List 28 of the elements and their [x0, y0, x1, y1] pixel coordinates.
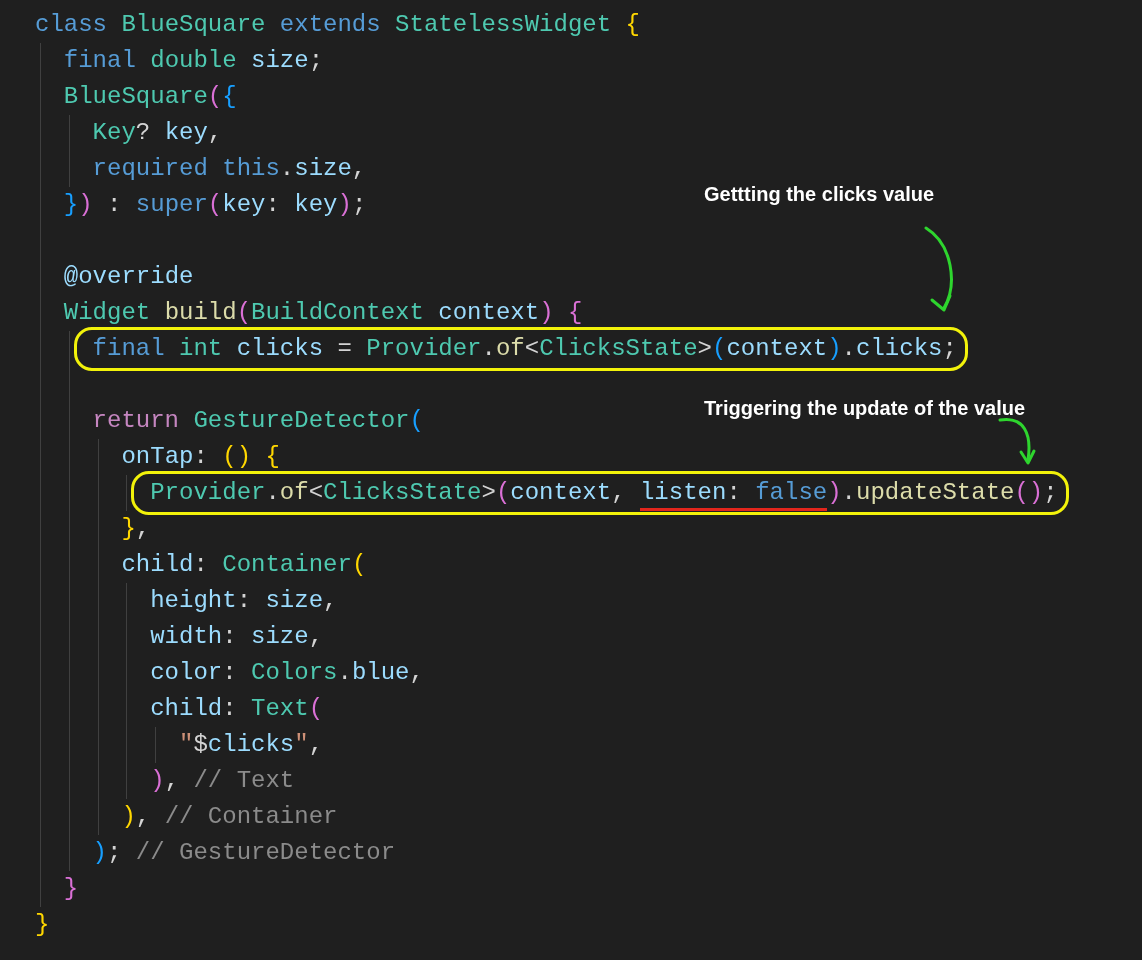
- code-line: @override: [63, 263, 194, 290]
- code-line: Provider.of<ClicksState>(context, listen: false).updateState();: [150, 479, 1058, 506]
- arrow-icon: [998, 417, 1036, 465]
- code-line: color: Colors.blue,: [150, 659, 424, 686]
- code-line: Key? key,: [92, 119, 223, 146]
- code-line: height: size,: [150, 587, 338, 614]
- annotation-label: Gettting the clicks value: [704, 182, 935, 206]
- code-line: }: [35, 911, 50, 938]
- annotation-label: Triggering the update of the value: [704, 396, 1026, 420]
- code-line: }) : super(key: key);: [63, 191, 367, 218]
- code-line: class BlueSquare extends StatelessWidget {: [35, 11, 640, 38]
- code-line: child: Container(: [121, 551, 367, 578]
- code-line: BlueSquare({: [63, 83, 237, 110]
- arrow-icon: [924, 226, 953, 312]
- code-line: "$clicks",: [179, 731, 324, 758]
- code-line: },: [121, 515, 151, 542]
- code-line: ); // GestureDetector: [92, 839, 396, 866]
- code-line: }: [63, 875, 79, 902]
- code-line: final double size;: [63, 47, 324, 74]
- code-line: return GestureDetector(: [92, 407, 424, 434]
- code-line: width: size,: [150, 623, 324, 650]
- code-line: required this.size,: [92, 155, 367, 182]
- code-line: onTap: () {: [121, 443, 280, 470]
- code-line: final int clicks = Provider.of<ClicksState>(context).clicks;: [92, 335, 957, 362]
- code-line: ), // Text: [150, 767, 295, 794]
- code-line: Widget build(BuildContext context) {: [63, 299, 583, 326]
- code-line: child: Text(: [150, 695, 324, 722]
- code-line: ), // Container: [121, 803, 338, 830]
